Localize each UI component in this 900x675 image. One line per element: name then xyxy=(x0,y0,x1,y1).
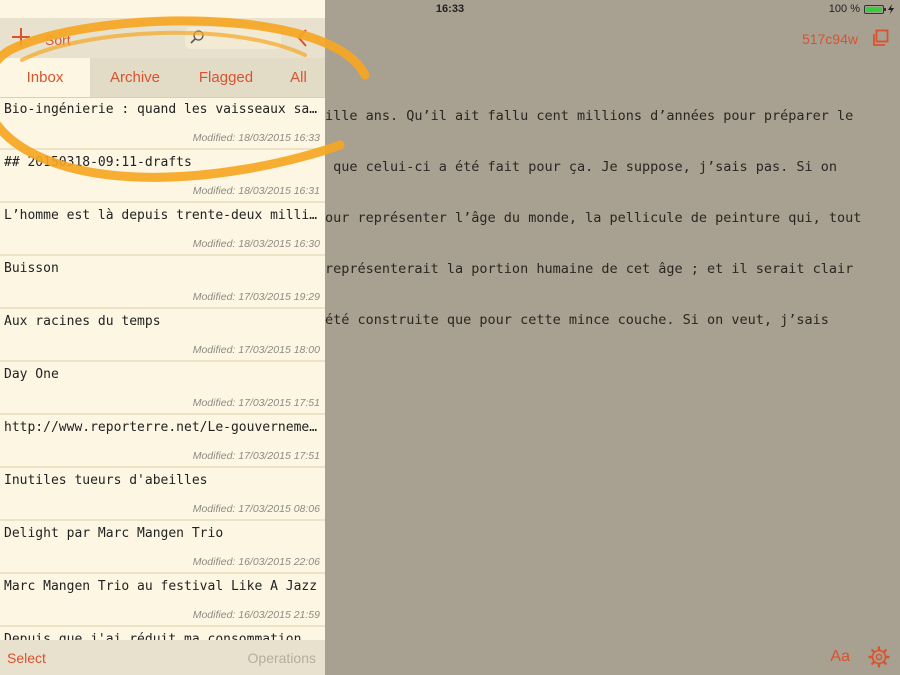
chevron-left-icon xyxy=(297,29,307,47)
sidebar-header: Sort xyxy=(0,18,325,58)
editor-line: our représenter l’âge du monde, la pelli… xyxy=(325,210,862,226)
charging-icon xyxy=(888,4,894,14)
note-modified: Modified: 18/03/2015 16:31 xyxy=(192,185,320,197)
editor-line: représenterait la portion humaine de cet… xyxy=(325,261,854,277)
list-item[interactable]: Marc Mangen Trio au festival Like A Jazz… xyxy=(0,574,325,627)
list-item[interactable]: Bio-ingénierie : quand les vaisseaux san… xyxy=(0,97,325,150)
tab-flagged[interactable]: Flagged xyxy=(180,58,272,97)
list-item[interactable]: Inutiles tueurs d'abeilles Modified: 17/… xyxy=(0,468,325,521)
list-item[interactable]: Depuis que j'ai réduit ma consommation d… xyxy=(0,627,325,640)
note-editor[interactable]: 517c94w ille ans. Qu’il ait fallu cent m… xyxy=(325,18,900,675)
note-title: Bio-ingénierie : quand les vaisseaux san… xyxy=(4,102,320,117)
list-item[interactable]: Delight par Marc Mangen Trio Modified: 1… xyxy=(0,521,325,574)
collapse-sidebar-button[interactable] xyxy=(294,27,312,49)
add-note-button[interactable] xyxy=(10,24,32,50)
editor-line: que celui-ci a été fait pour ça. Je supp… xyxy=(325,159,838,175)
note-modified: Modified: 17/03/2015 17:51 xyxy=(192,397,320,409)
select-button[interactable]: Select xyxy=(7,650,46,666)
note-title: Aux racines du temps xyxy=(4,314,161,329)
note-title: Inutiles tueurs d'abeilles xyxy=(4,473,208,488)
note-title: ## 20150318-09:11-drafts xyxy=(4,155,192,170)
tab-inbox[interactable]: Inbox xyxy=(0,58,90,97)
note-modified: Modified: 17/03/2015 19:29 xyxy=(192,291,320,303)
notes-sidebar: Sort Inbox Archive Flagged All Bio-ingén… xyxy=(0,0,325,675)
list-item[interactable]: Aux racines du temps Modified: 17/03/201… xyxy=(0,309,325,362)
search-icon xyxy=(190,30,204,44)
battery-text: 100 % xyxy=(828,3,860,15)
search-input[interactable] xyxy=(185,27,281,49)
note-modified: Modified: 16/03/2015 22:06 xyxy=(192,556,320,568)
sort-button[interactable]: Sort xyxy=(45,32,71,48)
note-modified: Modified: 18/03/2015 16:33 xyxy=(192,132,320,144)
note-modified: Modified: 17/03/2015 17:51 xyxy=(192,450,320,462)
editor-line: ille ans. Qu’il ait fallu cent millions … xyxy=(325,108,854,124)
note-modified: Modified: 17/03/2015 18:00 xyxy=(192,344,320,356)
list-item[interactable]: L’homme est là depuis trente-deux millio… xyxy=(0,203,325,256)
operations-button[interactable]: Operations xyxy=(248,650,316,666)
editor-text[interactable]: ille ans. Qu’il ait fallu cent millions … xyxy=(325,74,900,363)
note-title: Marc Mangen Trio au festival Like A Jazz xyxy=(4,579,318,594)
note-title: Day One xyxy=(4,367,59,382)
editor-line: été construite que pour cette mince couc… xyxy=(325,312,829,328)
note-modified: Modified: 17/03/2015 08:06 xyxy=(192,503,320,515)
list-item[interactable]: Day One Modified: 17/03/2015 17:51 xyxy=(0,362,325,415)
tab-all[interactable]: All xyxy=(272,58,325,97)
document-id[interactable]: 517c94w xyxy=(802,31,858,47)
sidebar-footer: Select Operations xyxy=(0,640,325,675)
share-icon[interactable] xyxy=(870,28,890,48)
note-title: Buisson xyxy=(4,261,59,276)
plus-icon xyxy=(12,28,30,46)
note-title: L’homme est là depuis trente-deux millio… xyxy=(4,208,320,223)
list-item[interactable]: Buisson Modified: 17/03/2015 19:29 xyxy=(0,256,325,309)
note-title: Delight par Marc Mangen Trio xyxy=(4,526,224,541)
tab-archive[interactable]: Archive xyxy=(90,58,180,97)
note-modified: Modified: 18/03/2015 16:30 xyxy=(192,238,320,250)
battery-icon xyxy=(864,4,886,14)
gear-icon[interactable] xyxy=(868,646,890,668)
note-title: http://www.reporterre.net/Le-gouvernemen… xyxy=(4,420,320,435)
status-right: 100 % xyxy=(829,3,894,15)
notes-list[interactable]: Bio-ingénierie : quand les vaisseaux san… xyxy=(0,97,325,640)
font-size-button[interactable]: Aa xyxy=(830,648,850,666)
list-item[interactable]: http://www.reporterre.net/Le-gouvernemen… xyxy=(0,415,325,468)
note-modified: Modified: 16/03/2015 21:59 xyxy=(192,609,320,621)
filter-tabs: Inbox Archive Flagged All xyxy=(0,58,325,98)
list-item[interactable]: ## 20150318-09:11-drafts Modified: 18/03… xyxy=(0,150,325,203)
note-title: Depuis que j'ai réduit ma consommation d… xyxy=(4,632,320,640)
